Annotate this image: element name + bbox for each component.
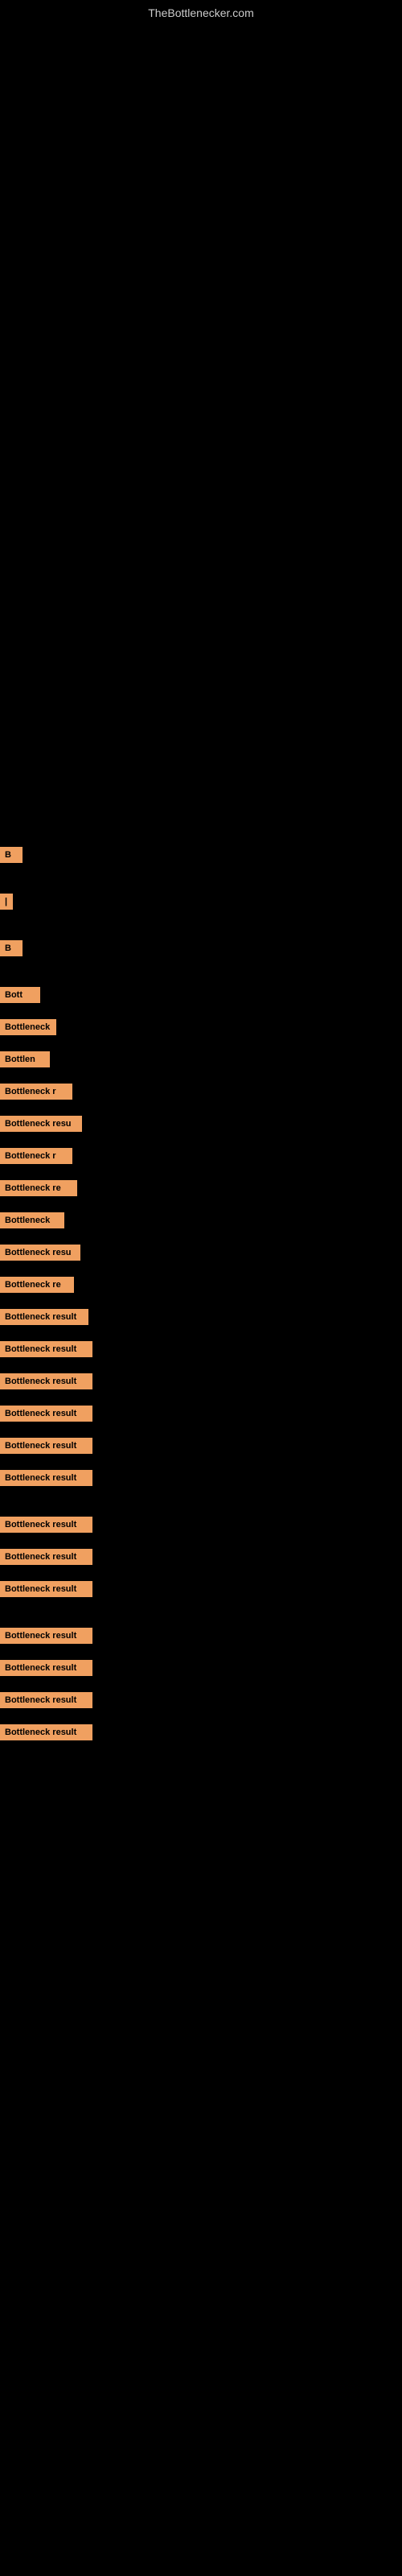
bottleneck-item: Bottleneck r bbox=[0, 1082, 402, 1101]
bottleneck-label[interactable]: Bottleneck re bbox=[0, 1180, 77, 1196]
bottleneck-label[interactable]: B bbox=[0, 940, 23, 956]
bottleneck-item: Bottleneck result bbox=[0, 1515, 402, 1534]
bottleneck-label[interactable]: Bottleneck result bbox=[0, 1692, 92, 1708]
bottleneck-item: B bbox=[0, 845, 402, 865]
bottleneck-item: Bottleneck result bbox=[0, 1468, 402, 1488]
bottleneck-label[interactable]: | bbox=[0, 894, 13, 910]
bottleneck-label[interactable]: Bottleneck result bbox=[0, 1581, 92, 1597]
bottleneck-label[interactable]: Bottleneck result bbox=[0, 1724, 92, 1740]
bottleneck-item: Bottleneck result bbox=[0, 1723, 402, 1742]
bottleneck-label[interactable]: Bottleneck result bbox=[0, 1373, 92, 1389]
bottleneck-item: Bottleneck result bbox=[0, 1547, 402, 1567]
bottleneck-item: Bottleneck r bbox=[0, 1146, 402, 1166]
bottleneck-label[interactable]: Bottleneck result bbox=[0, 1341, 92, 1357]
bottleneck-item: Bottleneck result bbox=[0, 1690, 402, 1710]
bottleneck-item: Bottleneck result bbox=[0, 1436, 402, 1455]
bottleneck-item: Bottleneck re bbox=[0, 1179, 402, 1198]
bottleneck-label[interactable]: B bbox=[0, 847, 23, 863]
bottleneck-label[interactable]: Bottleneck result bbox=[0, 1309, 88, 1325]
bottleneck-label[interactable]: Bott bbox=[0, 987, 40, 1003]
bottleneck-item: B bbox=[0, 939, 402, 958]
bottleneck-label[interactable]: Bottleneck bbox=[0, 1212, 64, 1228]
bottleneck-items-container: B | B Bott Bottleneck Bottlen Bottleneck r Bott… bbox=[0, 845, 402, 1745]
bottleneck-label[interactable]: Bottleneck result bbox=[0, 1660, 92, 1676]
bottleneck-item: Bottleneck result bbox=[0, 1579, 402, 1599]
site-title: TheBottlenecker.com bbox=[148, 6, 254, 19]
bottleneck-label[interactable]: Bottleneck resu bbox=[0, 1116, 82, 1132]
bottleneck-label[interactable]: Bottleneck bbox=[0, 1019, 56, 1035]
bottleneck-label[interactable]: Bottleneck r bbox=[0, 1148, 72, 1164]
bottleneck-label[interactable]: Bottleneck result bbox=[0, 1549, 92, 1565]
bottleneck-item: Bottleneck result bbox=[0, 1307, 402, 1327]
bottleneck-item: Bottleneck bbox=[0, 1211, 402, 1230]
bottleneck-label[interactable]: Bottleneck result bbox=[0, 1406, 92, 1422]
bottleneck-item: | bbox=[0, 892, 402, 911]
bottleneck-label[interactable]: Bottleneck result bbox=[0, 1438, 92, 1454]
bottleneck-item: Bottleneck bbox=[0, 1018, 402, 1037]
bottleneck-label[interactable]: Bottleneck result bbox=[0, 1517, 92, 1533]
bottleneck-item: Bottleneck result bbox=[0, 1626, 402, 1645]
bottleneck-label[interactable]: Bottleneck re bbox=[0, 1277, 74, 1293]
bottleneck-label[interactable]: Bottleneck result bbox=[0, 1628, 92, 1644]
bottleneck-item: Bottleneck resu bbox=[0, 1114, 402, 1133]
bottleneck-label[interactable]: Bottleneck resu bbox=[0, 1245, 80, 1261]
bottleneck-item: Bottleneck result bbox=[0, 1372, 402, 1391]
bottleneck-item: Bott bbox=[0, 985, 402, 1005]
bottleneck-item: Bottleneck result bbox=[0, 1658, 402, 1678]
bottleneck-item: Bottleneck re bbox=[0, 1275, 402, 1294]
bottleneck-item: Bottlen bbox=[0, 1050, 402, 1069]
bottleneck-label[interactable]: Bottlen bbox=[0, 1051, 50, 1067]
bottleneck-item: Bottleneck resu bbox=[0, 1243, 402, 1262]
bottleneck-label[interactable]: Bottleneck r bbox=[0, 1084, 72, 1100]
bottleneck-item: Bottleneck result bbox=[0, 1404, 402, 1423]
bottleneck-label[interactable]: Bottleneck result bbox=[0, 1470, 92, 1486]
bottleneck-item: Bottleneck result bbox=[0, 1340, 402, 1359]
